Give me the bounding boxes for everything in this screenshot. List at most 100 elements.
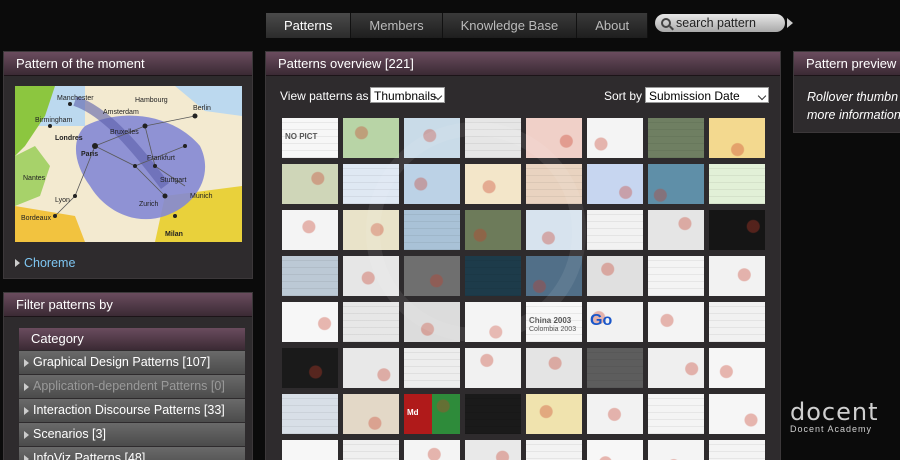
pattern-thumbnail[interactable] (465, 440, 521, 460)
pattern-thumbnail[interactable] (404, 256, 460, 296)
category-item[interactable]: InfoViz Patterns [48] (19, 447, 245, 460)
thumbnail-label: NO PICT (285, 132, 318, 141)
thumbnail-art (465, 348, 521, 388)
pattern-thumbnail[interactable] (282, 256, 338, 296)
thumbnail-art (282, 302, 338, 342)
thumbnail-label: Colombia 2003 (529, 326, 577, 333)
category-item[interactable]: Graphical Design Patterns [107] (19, 351, 245, 374)
pattern-thumbnail[interactable] (282, 440, 338, 460)
pattern-thumbnail[interactable] (465, 118, 521, 158)
search-placeholder: search pattern (676, 16, 756, 30)
thumbnail-art (709, 210, 765, 250)
pattern-thumbnail[interactable] (648, 210, 704, 250)
category-item[interactable]: Application-dependent Patterns [0] (19, 375, 245, 398)
pattern-thumbnail[interactable]: NO PICT (282, 118, 338, 158)
map-label: Frankfurt (147, 155, 175, 162)
pattern-thumbnail[interactable] (587, 118, 643, 158)
pattern-thumbnail[interactable] (404, 164, 460, 204)
tab-members[interactable]: Members (351, 13, 443, 38)
pattern-thumbnail[interactable] (709, 394, 765, 434)
pattern-thumbnail[interactable] (587, 348, 643, 388)
search-go-arrow-icon[interactable] (787, 18, 793, 28)
triangle-right-icon (15, 259, 20, 267)
category-header[interactable]: Category (19, 328, 245, 350)
pattern-thumbnail[interactable] (709, 440, 765, 460)
pattern-thumbnail[interactable] (526, 440, 582, 460)
map-label: Lyon (55, 197, 70, 204)
pattern-thumbnail[interactable] (526, 348, 582, 388)
thumbnail-art (282, 348, 338, 388)
triangle-right-icon (24, 382, 29, 391)
pattern-thumbnail[interactable] (587, 164, 643, 204)
choreme-map-image[interactable]: Manchester Birmingham Londres Paris Berl… (15, 86, 242, 242)
pattern-thumbnail[interactable] (709, 302, 765, 342)
pattern-thumbnail[interactable] (465, 256, 521, 296)
sort-select[interactable]: Submission Date (645, 87, 769, 103)
pattern-thumbnail[interactable] (526, 164, 582, 204)
pattern-thumbnail[interactable] (465, 210, 521, 250)
pattern-thumbnail[interactable] (343, 302, 399, 342)
pattern-thumbnail[interactable] (587, 256, 643, 296)
pattern-thumbnail[interactable] (465, 302, 521, 342)
pattern-thumbnail[interactable] (343, 256, 399, 296)
thumbnail-art (648, 210, 704, 250)
pattern-thumbnail[interactable] (709, 118, 765, 158)
thumbnail-grid: NO PICT China 2003 Colombia 2003 Go Md (282, 118, 765, 460)
pattern-thumbnail[interactable] (282, 394, 338, 434)
thumbnail-label: China 2003 (529, 316, 572, 325)
pattern-thumbnail[interactable] (343, 210, 399, 250)
pattern-thumbnail[interactable]: China 2003 Colombia 2003 (526, 302, 582, 342)
pattern-thumbnail[interactable] (648, 348, 704, 388)
pattern-thumbnail[interactable] (709, 256, 765, 296)
pattern-thumbnail[interactable] (587, 440, 643, 460)
pattern-thumbnail[interactable] (648, 394, 704, 434)
pattern-thumbnail[interactable] (404, 210, 460, 250)
pattern-thumbnail[interactable] (343, 440, 399, 460)
pattern-thumbnail[interactable] (282, 348, 338, 388)
pattern-thumbnail[interactable] (404, 302, 460, 342)
pattern-thumbnail[interactable]: Md (404, 394, 460, 434)
category-item[interactable]: Interaction Discourse Patterns [33] (19, 399, 245, 422)
thumbnail-art (343, 394, 399, 434)
pattern-thumbnail[interactable] (404, 348, 460, 388)
pattern-thumbnail[interactable] (526, 118, 582, 158)
pattern-thumbnail[interactable] (709, 164, 765, 204)
category-item[interactable]: Scenarios [3] (19, 423, 245, 446)
tab-about[interactable]: About (577, 13, 649, 38)
pattern-thumbnail[interactable] (282, 164, 338, 204)
tab-patterns[interactable]: Patterns (266, 13, 352, 38)
pattern-thumbnail[interactable] (587, 210, 643, 250)
pattern-thumbnail[interactable] (526, 210, 582, 250)
pattern-thumbnail[interactable] (648, 302, 704, 342)
triangle-right-icon (24, 430, 29, 439)
pattern-thumbnail[interactable]: Go (587, 302, 643, 342)
pattern-thumbnail[interactable] (282, 302, 338, 342)
pattern-thumbnail[interactable] (648, 256, 704, 296)
pattern-thumbnail[interactable] (587, 394, 643, 434)
view-select[interactable]: Thumbnails (370, 87, 445, 103)
pattern-thumbnail[interactable] (709, 210, 765, 250)
pattern-thumbnail[interactable] (648, 440, 704, 460)
thumbnail-art (343, 348, 399, 388)
pattern-thumbnail[interactable] (404, 440, 460, 460)
pattern-thumbnail[interactable] (526, 256, 582, 296)
pattern-thumbnail[interactable] (404, 118, 460, 158)
search-input[interactable]: search pattern (655, 14, 785, 32)
pattern-thumbnail[interactable] (709, 348, 765, 388)
thumbnail-art (282, 256, 338, 296)
tab-knowledge-base[interactable]: Knowledge Base (442, 13, 578, 38)
pattern-thumbnail[interactable] (282, 210, 338, 250)
pattern-thumbnail[interactable] (465, 348, 521, 388)
pattern-thumbnail[interactable] (343, 118, 399, 158)
thumbnail-art (465, 302, 521, 342)
pattern-thumbnail[interactable] (465, 394, 521, 434)
pattern-thumbnail[interactable] (526, 394, 582, 434)
pattern-thumbnail[interactable] (343, 394, 399, 434)
pattern-thumbnail[interactable] (343, 164, 399, 204)
choreme-link[interactable]: Choreme (15, 256, 75, 270)
pattern-thumbnail[interactable] (648, 164, 704, 204)
thumbnail-art (587, 348, 643, 388)
pattern-thumbnail[interactable] (648, 118, 704, 158)
pattern-thumbnail[interactable] (343, 348, 399, 388)
pattern-thumbnail[interactable] (465, 164, 521, 204)
